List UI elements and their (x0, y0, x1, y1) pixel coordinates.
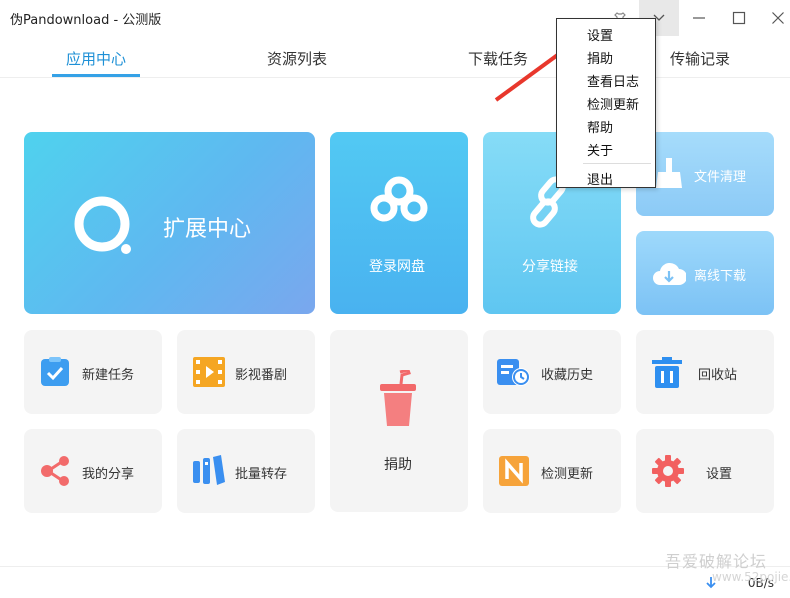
window-title: 伪Pandownload - 公测版 (10, 13, 162, 28)
file-clean-tile[interactable]: 文件清理 (636, 132, 774, 216)
close-icon (772, 12, 784, 24)
search-circle-icon (74, 196, 131, 254)
trash-icon (652, 357, 682, 388)
active-tab-indicator (52, 74, 140, 77)
minimize-button[interactable] (679, 0, 719, 36)
new-task-tile[interactable]: 新建任务 (24, 330, 162, 414)
new-task-label: 新建任务 (82, 368, 135, 383)
clipboard-check-icon (41, 357, 69, 386)
close-button[interactable] (758, 0, 790, 36)
check-update-label: 检测更新 (541, 467, 594, 482)
main-tabs: 应用中心 资源列表 下载任务 传输记录 (0, 40, 790, 78)
watermark-url: www.52pojie.cn (712, 570, 790, 584)
watermark-text: 吾爱破解论坛 (665, 552, 768, 571)
drink-cup-icon (380, 370, 416, 426)
cloud-download-icon (653, 262, 686, 285)
maximize-button[interactable] (719, 0, 759, 36)
menu-item-exit[interactable]: 退出 (587, 169, 613, 188)
tab-transfer-records[interactable]: 传输记录 (655, 48, 745, 69)
extensions-label: 扩展中心 (163, 217, 252, 242)
history-tile[interactable]: 收藏历史 (483, 330, 621, 414)
tab-app-center[interactable]: 应用中心 (51, 48, 141, 69)
history-icon (497, 359, 530, 386)
maximize-icon (732, 11, 746, 25)
login-netdisk-tile[interactable]: 登录网盘 (330, 132, 468, 314)
gear-icon (652, 455, 684, 487)
update-n-icon (499, 456, 529, 486)
minimize-icon (693, 17, 705, 19)
batch-save-tile[interactable]: 批量转存 (177, 429, 315, 513)
settings-tile[interactable]: 设置 (636, 429, 774, 513)
menu-item-settings[interactable]: 设置 (587, 25, 613, 44)
menu-item-help[interactable]: 帮助 (587, 117, 613, 136)
donate-tile[interactable]: 捐助 (330, 330, 468, 512)
batch-icon (193, 455, 225, 485)
offline-download-tile[interactable]: 离线下载 (636, 231, 774, 315)
my-share-tile[interactable]: 我的分享 (24, 429, 162, 513)
share-link-label: 分享链接 (522, 259, 578, 275)
menu-item-view-log[interactable]: 查看日志 (587, 71, 639, 90)
menu-item-about[interactable]: 关于 (587, 140, 613, 159)
video-tile[interactable]: 影视番剧 (177, 330, 315, 414)
history-label: 收藏历史 (541, 368, 594, 383)
broom-icon (656, 158, 682, 188)
my-share-label: 我的分享 (82, 467, 135, 482)
film-icon (193, 357, 225, 387)
batch-save-label: 批量转存 (235, 467, 288, 482)
file-clean-label: 文件清理 (694, 170, 747, 185)
donate-label: 捐助 (384, 457, 412, 473)
menu-item-donate[interactable]: 捐助 (587, 48, 613, 67)
recycle-bin-label: 回收站 (698, 368, 738, 383)
video-label: 影视番剧 (235, 368, 288, 383)
extensions-tile[interactable]: 扩展中心 (24, 132, 315, 314)
offline-download-label: 离线下载 (694, 269, 747, 284)
title-bar: 伪Pandownload - 公测版 (0, 0, 790, 36)
cloud-disk-icon (370, 176, 428, 222)
login-netdisk-label: 登录网盘 (369, 259, 425, 275)
tab-resource-list[interactable]: 资源列表 (252, 48, 342, 69)
menu-divider (583, 163, 651, 164)
check-update-tile[interactable]: 检测更新 (483, 429, 621, 513)
menu-item-check-update[interactable]: 检测更新 (587, 94, 639, 113)
recycle-bin-tile[interactable]: 回收站 (636, 330, 774, 414)
share-icon (41, 456, 69, 486)
app-dropdown-menu: 设置 捐助 查看日志 检测更新 帮助 关于 退出 (556, 18, 656, 188)
settings-label: 设置 (706, 467, 733, 482)
